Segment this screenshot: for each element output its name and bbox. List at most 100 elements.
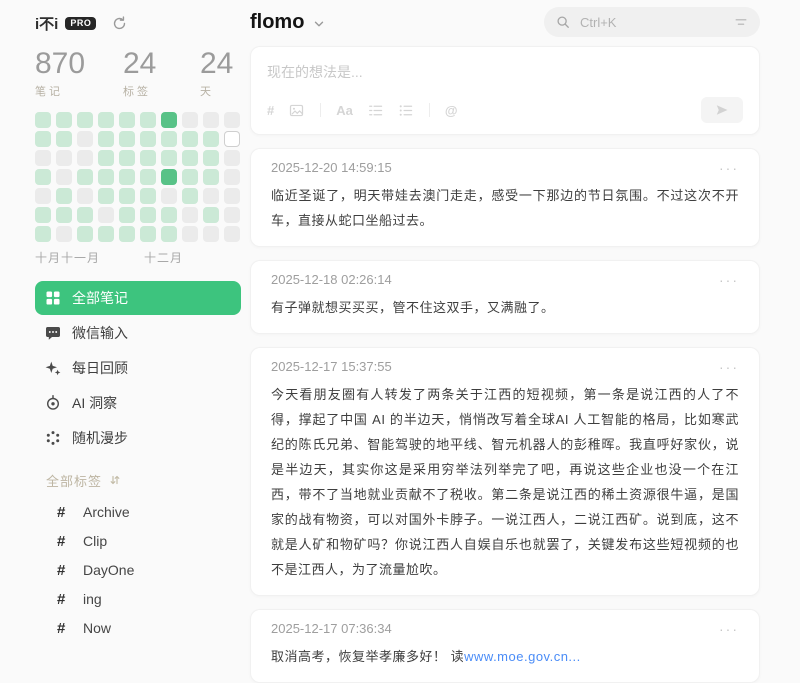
more-icon[interactable]: ··· [719, 622, 739, 636]
heatmap-cell[interactable] [140, 150, 156, 166]
heatmap-cell[interactable] [98, 150, 114, 166]
heatmap-cell[interactable] [161, 207, 177, 223]
heatmap-cell[interactable] [161, 188, 177, 204]
heatmap-cell[interactable] [119, 226, 135, 242]
heatmap-cell[interactable] [161, 169, 177, 185]
heatmap-cell[interactable] [203, 112, 219, 128]
chevron-down-icon[interactable] [312, 17, 326, 31]
heatmap-cell[interactable] [119, 112, 135, 128]
heatmap-cell[interactable] [182, 188, 198, 204]
heatmap-cell[interactable] [98, 169, 114, 185]
heatmap-cell[interactable] [161, 150, 177, 166]
bullet-list-icon[interactable] [398, 102, 413, 118]
heatmap-cell[interactable] [35, 207, 51, 223]
heatmap-cell[interactable] [35, 150, 51, 166]
heatmap-cell[interactable] [182, 131, 198, 147]
heatmap-cell[interactable] [224, 207, 240, 223]
sidebar-item-sparkle[interactable]: 每日回顾 [35, 351, 241, 385]
sidebar-tag-clip[interactable]: # Clip [35, 527, 241, 556]
heatmap-cell[interactable] [224, 169, 240, 185]
heatmap-cell[interactable] [77, 169, 93, 185]
heatmap-cell[interactable] [203, 169, 219, 185]
heatmap-cell[interactable] [77, 226, 93, 242]
format-icon[interactable]: Aa [336, 102, 353, 118]
more-icon[interactable]: ··· [719, 273, 739, 287]
heatmap-cell[interactable] [98, 207, 114, 223]
heatmap-cell[interactable] [119, 131, 135, 147]
heatmap-cell[interactable] [224, 188, 240, 204]
send-button[interactable] [701, 97, 743, 123]
heatmap-cell[interactable] [140, 207, 156, 223]
editor-input[interactable]: 现在的想法是... [267, 62, 743, 82]
heatmap-cell[interactable] [56, 150, 72, 166]
sidebar-item-chat[interactable]: 微信输入 [35, 316, 241, 350]
sort-icon[interactable] [109, 474, 121, 486]
heatmap-cell[interactable] [224, 131, 240, 147]
image-icon[interactable] [289, 102, 304, 118]
heatmap-cell[interactable] [56, 131, 72, 147]
heatmap-cell[interactable] [35, 188, 51, 204]
heatmap-cell[interactable] [161, 112, 177, 128]
heatmap-cell[interactable] [56, 112, 72, 128]
sidebar-item-dots[interactable]: 随机漫步 [35, 421, 241, 455]
heatmap-cell[interactable] [140, 226, 156, 242]
sidebar-tag-dayone[interactable]: # DayOne [35, 556, 241, 585]
heatmap-cell[interactable] [119, 150, 135, 166]
sidebar-item-grid[interactable]: 全部笔记 [35, 281, 241, 315]
heatmap-cell[interactable] [119, 207, 135, 223]
heatmap-cell[interactable] [56, 188, 72, 204]
search-input[interactable] [578, 14, 710, 31]
heatmap-cell[interactable] [182, 169, 198, 185]
search-bar[interactable] [544, 7, 760, 37]
heatmap-cell[interactable] [98, 188, 114, 204]
heatmap-cell[interactable] [140, 169, 156, 185]
heatmap-cell[interactable] [35, 226, 51, 242]
refresh-icon[interactable] [112, 16, 127, 31]
heatmap-cell[interactable] [203, 131, 219, 147]
sidebar-tag-now[interactable]: # Now [35, 614, 241, 643]
heatmap-cell[interactable] [35, 112, 51, 128]
heatmap-cell[interactable] [56, 169, 72, 185]
heatmap-cell[interactable] [203, 188, 219, 204]
heatmap-cell[interactable] [35, 169, 51, 185]
heatmap-cell[interactable] [77, 150, 93, 166]
heatmap-cell[interactable] [140, 112, 156, 128]
heatmap-cell[interactable] [224, 226, 240, 242]
more-icon[interactable]: ··· [719, 161, 739, 175]
heatmap-cell[interactable] [119, 169, 135, 185]
heatmap-cell[interactable] [182, 150, 198, 166]
heatmap-cell[interactable] [182, 226, 198, 242]
heatmap-cell[interactable] [98, 112, 114, 128]
heatmap-cell[interactable] [224, 150, 240, 166]
heatmap-cell[interactable] [77, 112, 93, 128]
heatmap-cell[interactable] [203, 207, 219, 223]
ordered-list-icon[interactable] [368, 102, 383, 118]
heatmap-cell[interactable] [140, 131, 156, 147]
heatmap-cell[interactable] [203, 226, 219, 242]
heatmap-cell[interactable] [77, 131, 93, 147]
heatmap-cell[interactable] [182, 112, 198, 128]
heatmap-cell[interactable] [140, 188, 156, 204]
heatmap-cell[interactable] [56, 207, 72, 223]
heatmap-cell[interactable] [35, 131, 51, 147]
sidebar-tag-archive[interactable]: # Archive [35, 498, 241, 527]
hashtag-icon[interactable]: # [267, 102, 274, 118]
heatmap-cell[interactable] [119, 188, 135, 204]
heatmap-cell[interactable] [77, 188, 93, 204]
heatmap-cell[interactable] [98, 226, 114, 242]
heatmap-cell[interactable] [182, 207, 198, 223]
heatmap-cell[interactable] [98, 131, 114, 147]
more-icon[interactable]: ··· [719, 360, 739, 374]
stat-label: 天 [200, 83, 233, 99]
filter-icon[interactable] [734, 15, 748, 29]
heatmap-cell[interactable] [161, 131, 177, 147]
sidebar-tag-ing[interactable]: # ing [35, 585, 241, 614]
heatmap-cell[interactable] [224, 112, 240, 128]
heatmap-cell[interactable] [56, 226, 72, 242]
heatmap-cell[interactable] [77, 207, 93, 223]
sidebar-item-insight[interactable]: AI 洞察 [35, 386, 241, 420]
heatmap-cell[interactable] [203, 150, 219, 166]
heatmap-cell[interactable] [161, 226, 177, 242]
mention-icon[interactable]: @ [445, 102, 458, 118]
note-link[interactable]: www.moe.gov.cn... [464, 649, 581, 664]
